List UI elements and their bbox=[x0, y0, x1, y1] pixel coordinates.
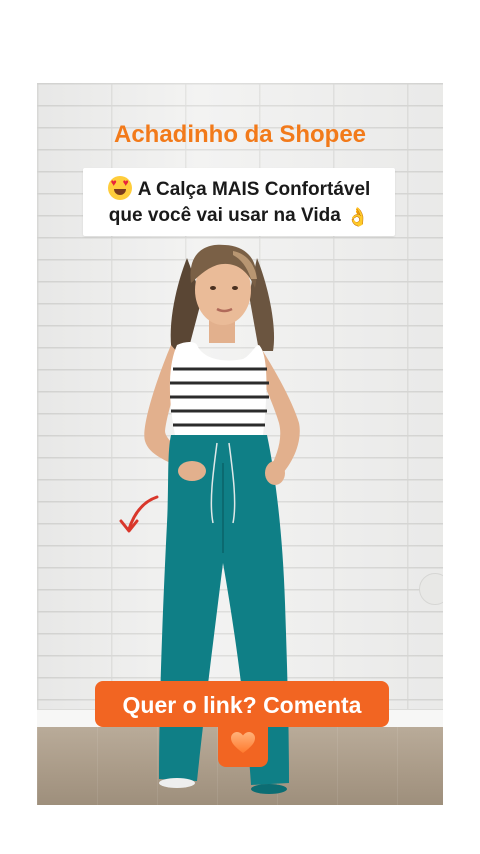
headline-line-1: A Calça MAIS Confortável bbox=[83, 176, 395, 201]
story-screen: Achadinho da Shopee A Calça MAIS Confort… bbox=[0, 0, 480, 854]
heart-eyes-emoji-icon bbox=[107, 176, 132, 200]
video-title: Achadinho da Shopee bbox=[113, 121, 367, 148]
headline-text-1: A Calça MAIS Confortável bbox=[137, 179, 371, 200]
red-arrow-icon bbox=[119, 495, 159, 533]
video-frame[interactable]: Achadinho da Shopee A Calça MAIS Confort… bbox=[37, 83, 443, 805]
cta-text: Quer o link? Comenta bbox=[122, 692, 362, 718]
heart-badge bbox=[218, 723, 268, 767]
orange-heart-icon bbox=[231, 732, 255, 753]
headline-text-2: que você vai usar na Vida bbox=[108, 205, 341, 226]
headline-box: A Calça MAIS Confortável que você vai us… bbox=[83, 168, 395, 236]
headline-line-2: que você vai usar na Vida 👌 bbox=[83, 205, 395, 228]
cta-banner[interactable]: Quer o link? Comenta bbox=[95, 681, 389, 727]
ok-hand-emoji-icon: 👌 bbox=[346, 207, 370, 227]
